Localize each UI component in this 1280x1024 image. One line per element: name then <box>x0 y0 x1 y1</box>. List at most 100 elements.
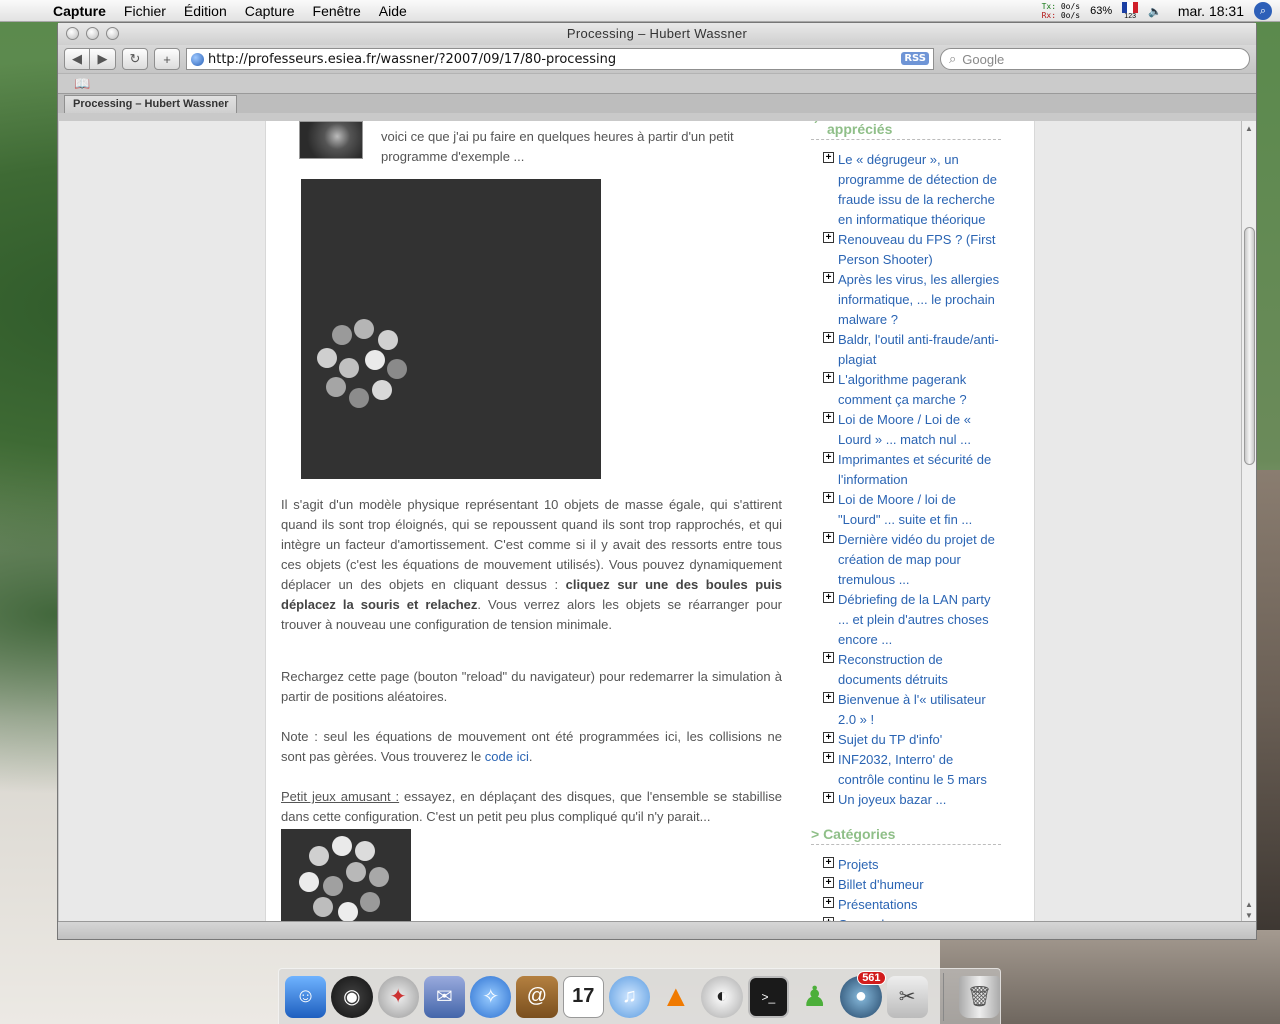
vertical-scrollbar[interactable]: ▲ ▲ ▼ <box>1241 121 1256 923</box>
scroll-up-icon[interactable]: ▲ <box>1245 124 1253 133</box>
popular-post-item[interactable]: + Sujet du TP d'info' <box>811 730 1001 750</box>
menu-fenetre[interactable]: Fenêtre <box>304 3 370 19</box>
simulation-ball[interactable] <box>346 862 366 882</box>
bookmarks-book-icon[interactable]: 📖 <box>74 76 90 92</box>
code-link[interactable]: code ici <box>485 749 529 764</box>
battery-status[interactable]: 63% <box>1090 5 1112 17</box>
ecto-icon[interactable]: ● 561 <box>840 970 886 1018</box>
popular-post-link[interactable]: Imprimantes et sécurité de l'information <box>838 452 991 487</box>
expand-plus-icon[interactable]: + <box>823 492 834 503</box>
mail-icon[interactable]: ✉ <box>423 975 466 1018</box>
network-monitor[interactable]: Tx: 0o/s Rx: 0o/s <box>1042 2 1081 20</box>
simulation-ball[interactable] <box>326 377 346 397</box>
tab-processing[interactable]: Processing – Hubert Wassner <box>64 95 238 113</box>
popular-post-link[interactable]: L'algorithme pagerank comment ça marche … <box>838 372 967 407</box>
popular-post-link[interactable]: Loi de Moore / loi de "Lourd" ... suite … <box>838 492 972 527</box>
expand-plus-icon[interactable]: + <box>823 152 834 163</box>
popular-post-link[interactable]: Débriefing de la LAN party ... et plein … <box>838 592 990 647</box>
zoom-window-button[interactable] <box>106 27 119 40</box>
popular-post-item[interactable]: + Renouveau du FPS ? (First Person Shoote… <box>811 230 1001 270</box>
expand-plus-icon[interactable]: + <box>823 857 834 868</box>
popular-post-item[interactable]: + Le « dégrugeur », un programme de détec… <box>811 150 1001 230</box>
popular-post-item[interactable]: + INF2032, Interro' de contrôle continu l… <box>811 750 1001 790</box>
clock[interactable]: mar. 18:31 <box>1178 3 1244 19</box>
input-source-menu[interactable]: 123 <box>1122 2 1139 20</box>
compass-icon[interactable]: ✦ <box>377 975 419 1018</box>
vlc-icon[interactable]: ▲ <box>655 976 696 1018</box>
expand-plus-icon[interactable]: + <box>823 792 834 803</box>
popular-post-link[interactable]: Bienvenue à l'« utilisateur 2.0 » ! <box>838 692 986 727</box>
close-window-button[interactable] <box>66 27 79 40</box>
menu-app-name[interactable]: Capture <box>44 3 115 19</box>
search-input[interactable]: ⌕ Google <box>940 48 1250 70</box>
scroll-down-icon[interactable]: ▼ <box>1245 911 1253 920</box>
simulation-ball[interactable] <box>332 836 352 856</box>
popular-post-link[interactable]: Après les virus, les allergies informati… <box>838 272 999 327</box>
popular-post-item[interactable]: + Loi de Moore / loi de "Lourd" ... suite… <box>811 490 1001 530</box>
reload-button[interactable]: ↻ <box>122 48 148 70</box>
popular-post-item[interactable]: + L'algorithme pagerank comment ça marche… <box>811 370 1001 410</box>
simulation-ball[interactable] <box>299 872 319 892</box>
category-link[interactable]: Projets <box>838 857 878 872</box>
category-item[interactable]: + Projets <box>811 855 1001 875</box>
popular-post-item[interactable]: + Dernière vidéo du projet de création de… <box>811 530 1001 590</box>
address-bar[interactable]: http://professeurs.esiea.fr/wassner/?200… <box>186 48 934 70</box>
dashboard-icon[interactable]: ◉ <box>331 975 373 1018</box>
expand-plus-icon[interactable]: + <box>823 332 834 343</box>
menu-fichier[interactable]: Fichier <box>115 3 175 19</box>
expand-plus-icon[interactable]: + <box>823 732 834 743</box>
forward-button[interactable]: ▶ <box>90 48 116 70</box>
menu-aide[interactable]: Aide <box>370 3 416 19</box>
simulation-ball[interactable] <box>332 325 352 345</box>
ical-icon[interactable]: 17 <box>562 975 604 1018</box>
popular-post-link[interactable]: Un joyeux bazar ... <box>838 792 946 807</box>
simulation-ball[interactable] <box>323 876 343 896</box>
expand-plus-icon[interactable]: + <box>823 592 834 603</box>
popular-post-item[interactable]: + Loi de Moore / Loi de « Lourd » ... mat… <box>811 410 1001 450</box>
popular-post-link[interactable]: Loi de Moore / Loi de « Lourd » ... matc… <box>838 412 971 447</box>
simulation-ball[interactable] <box>339 358 359 378</box>
expand-plus-icon[interactable]: + <box>823 452 834 463</box>
menu-capture[interactable]: Capture <box>236 3 304 19</box>
simulation-ball[interactable] <box>369 867 389 887</box>
volume-icon[interactable]: 🔈 <box>1148 5 1162 18</box>
cyberduck-icon[interactable]: ◐ <box>701 975 743 1018</box>
popular-post-link[interactable]: Reconstruction de documents détruits <box>838 652 948 687</box>
popular-post-link[interactable]: Le « dégrugeur », un programme de détect… <box>838 152 997 227</box>
simulation-ball[interactable] <box>349 388 369 408</box>
popular-post-item[interactable]: + Reconstruction de documents détruits <box>811 650 1001 690</box>
popular-post-item[interactable]: + Débriefing de la LAN party ... et plein… <box>811 590 1001 650</box>
popular-post-link[interactable]: Dernière vidéo du projet de création de … <box>838 532 995 587</box>
simulation-ball[interactable] <box>365 350 385 370</box>
expand-plus-icon[interactable]: + <box>823 372 834 383</box>
safari-icon[interactable]: ✧ <box>470 975 512 1018</box>
expand-plus-icon[interactable]: + <box>823 272 834 283</box>
simulation-ball[interactable] <box>317 348 337 368</box>
popular-post-link[interactable]: Baldr, l'outil anti-fraude/anti-plagiat <box>838 332 999 367</box>
grab-icon[interactable]: ✂ <box>886 975 928 1018</box>
itunes-icon[interactable]: ♫ <box>608 975 651 1018</box>
popular-post-link[interactable]: Sujet du TP d'info' <box>838 732 942 747</box>
popular-post-item[interactable]: + Bienvenue à l'« utilisateur 2.0 » ! <box>811 690 1001 730</box>
expand-plus-icon[interactable]: + <box>823 752 834 763</box>
simulation-ball[interactable] <box>338 902 358 922</box>
back-button[interactable]: ◀ <box>64 48 90 70</box>
simulation-ball[interactable] <box>372 380 392 400</box>
category-link[interactable]: Présentations <box>838 897 918 912</box>
expand-plus-icon[interactable]: + <box>823 692 834 703</box>
add-bookmark-button[interactable]: + <box>154 48 180 70</box>
trash-icon[interactable]: 🗑 <box>958 975 1001 1018</box>
adium-icon[interactable]: ♟ <box>794 976 835 1018</box>
minimize-window-button[interactable] <box>86 27 99 40</box>
scrollbar-thumb[interactable] <box>1244 227 1255 465</box>
simulation-ball[interactable] <box>387 359 407 379</box>
popular-post-item[interactable]: + Imprimantes et sécurité de l'informatio… <box>811 450 1001 490</box>
expand-plus-icon[interactable]: + <box>823 652 834 663</box>
simulation-ball[interactable] <box>313 897 333 917</box>
category-item[interactable]: + Présentations <box>811 895 1001 915</box>
expand-plus-icon[interactable]: + <box>823 232 834 243</box>
window-titlebar[interactable]: Processing – Hubert Wassner <box>58 23 1256 45</box>
article-thumbnail[interactable] <box>299 121 363 159</box>
popular-post-link[interactable]: INF2032, Interro' de contrôle continu le… <box>838 752 987 787</box>
expand-plus-icon[interactable]: + <box>823 897 834 908</box>
